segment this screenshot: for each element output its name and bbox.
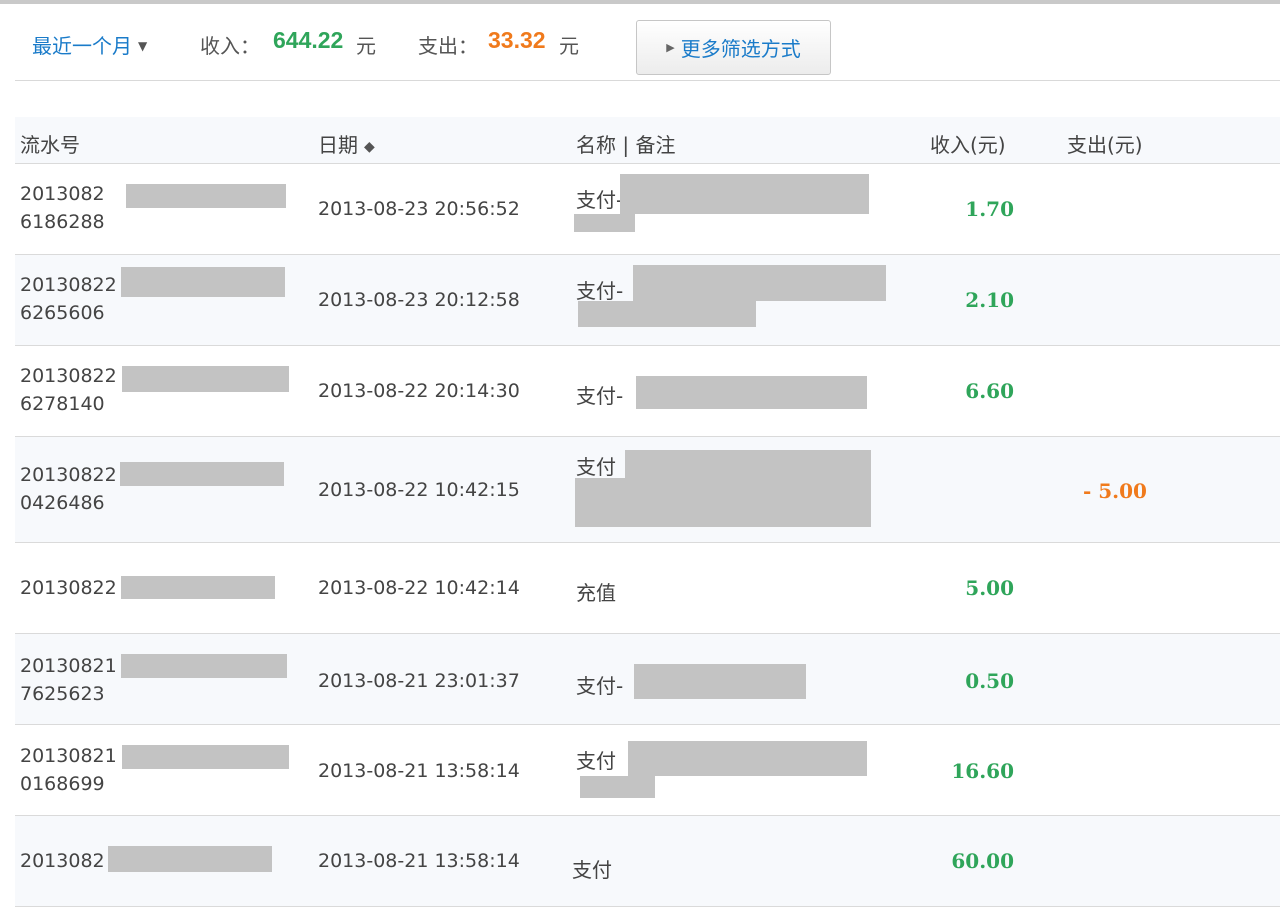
income-cell: 16.60 bbox=[951, 759, 1014, 783]
date-cell: 2013-08-23 20:12:58 bbox=[318, 289, 520, 311]
transaction-page: 最近一个月 ▼ 收入： 644.22 元 支出： 33.32 元 ▶ 更多筛选方式… bbox=[0, 0, 1280, 908]
table-row: 20130822 2013-08-22 10:42:14 充值 5.00 bbox=[15, 543, 1280, 634]
name-cell: 支付- bbox=[576, 188, 624, 212]
name-cell: 支付 bbox=[572, 858, 612, 882]
redaction-block bbox=[634, 664, 806, 699]
redaction-block bbox=[628, 741, 867, 776]
serial-cell: 20130822 0426486 bbox=[20, 461, 117, 517]
name-cell: 支付- bbox=[576, 279, 624, 303]
table-row: 20130821 0168699 2013-08-21 13:58:14 支付 … bbox=[15, 725, 1280, 816]
income-cell: 5.00 bbox=[965, 576, 1014, 600]
serial-cell: 2013082 bbox=[20, 847, 105, 875]
income-label: 收入： bbox=[200, 34, 260, 58]
income-cell: 2.10 bbox=[965, 288, 1014, 312]
serial-cell: 20130822 bbox=[20, 574, 117, 602]
triangle-right-icon: ▶ bbox=[666, 41, 675, 54]
expense-label: 支出： bbox=[418, 34, 478, 58]
serial-line1: 20130821 bbox=[20, 655, 117, 677]
header-date-label: 日期 bbox=[318, 133, 358, 157]
serial-cell: 20130821 0168699 bbox=[20, 742, 117, 798]
redaction-block bbox=[121, 576, 275, 599]
serial-line1: 20130822 bbox=[20, 464, 117, 486]
redaction-block bbox=[636, 376, 867, 409]
income-unit: 元 bbox=[356, 34, 376, 58]
serial-line2: 0426486 bbox=[20, 492, 105, 514]
sort-icon[interactable]: ◆ bbox=[364, 139, 375, 155]
serial-line1: 2013082 bbox=[20, 183, 105, 205]
serial-line1: 20130821 bbox=[20, 745, 117, 767]
serial-line2: 7625623 bbox=[20, 683, 105, 705]
serial-cell: 20130822 6278140 bbox=[20, 362, 117, 418]
serial-line1: 20130822 bbox=[20, 365, 117, 387]
table-row: 2013082 2013-08-21 13:58:14 支付 60.00 bbox=[15, 816, 1280, 907]
table-header: 流水号 日期 ◆ 名称 | 备注 收入(元) 支出(元) bbox=[15, 117, 1280, 164]
serial-cell: 20130822 6265606 bbox=[20, 271, 117, 327]
date-cell: 2013-08-22 10:42:15 bbox=[318, 479, 520, 501]
name-cell: 支付- bbox=[576, 674, 624, 698]
redaction-block bbox=[122, 745, 289, 769]
date-cell: 2013-08-23 20:56:52 bbox=[318, 198, 520, 220]
serial-cell: 20130821 7625623 bbox=[20, 652, 117, 708]
table-row: 20130822 6278140 2013-08-22 20:14:30 支付-… bbox=[15, 346, 1280, 437]
period-label: 最近一个月 bbox=[32, 34, 132, 58]
chevron-down-icon: ▼ bbox=[138, 39, 148, 53]
serial-line1: 20130822 bbox=[20, 577, 117, 599]
redaction-block bbox=[578, 301, 756, 327]
name-cell: 支付 bbox=[576, 749, 616, 773]
serial-line2: 6265606 bbox=[20, 302, 105, 324]
more-filters-button[interactable]: ▶ 更多筛选方式 bbox=[636, 20, 831, 75]
table-row: 20130822 6265606 2013-08-23 20:12:58 支付-… bbox=[15, 255, 1280, 346]
redaction-block bbox=[122, 366, 289, 392]
name-cell: 支付 bbox=[576, 455, 616, 479]
redaction-block bbox=[575, 478, 871, 527]
income-cell: 0.50 bbox=[965, 669, 1014, 693]
serial-line2: 0168699 bbox=[20, 773, 105, 795]
income-cell: 1.70 bbox=[965, 197, 1014, 221]
serial-line2: 6186288 bbox=[20, 211, 105, 233]
serial-line1: 2013082 bbox=[20, 850, 105, 872]
income-cell: 60.00 bbox=[951, 849, 1014, 873]
date-cell: 2013-08-22 10:42:14 bbox=[318, 577, 520, 599]
table-row: 2013082 6186288 2013-08-23 20:56:52 支付- … bbox=[15, 164, 1280, 255]
serial-line2: 6278140 bbox=[20, 393, 105, 415]
expense-total: 33.32 bbox=[488, 27, 546, 53]
redaction-block bbox=[121, 267, 285, 297]
header-income: 收入(元) bbox=[930, 133, 1006, 157]
redaction-block bbox=[620, 174, 869, 214]
redaction-block bbox=[120, 462, 284, 486]
header-date[interactable]: 日期 ◆ bbox=[318, 129, 375, 158]
redaction-block bbox=[126, 184, 286, 208]
date-cell: 2013-08-21 13:58:14 bbox=[318, 760, 520, 782]
name-cell: 支付- bbox=[576, 384, 624, 408]
income-total: 644.22 bbox=[273, 27, 344, 53]
redaction-block bbox=[580, 776, 655, 798]
date-cell: 2013-08-21 23:01:37 bbox=[318, 670, 520, 692]
filter-bar: 最近一个月 ▼ 收入： 644.22 元 支出： 33.32 元 ▶ 更多筛选方式 bbox=[15, 4, 1280, 81]
redaction-block bbox=[121, 654, 287, 678]
name-cell: 充值 bbox=[576, 581, 616, 605]
redaction-block bbox=[625, 450, 871, 478]
date-cell: 2013-08-21 13:58:14 bbox=[318, 850, 520, 872]
serial-line1: 20130822 bbox=[20, 274, 117, 296]
redaction-block bbox=[108, 846, 272, 872]
header-serial: 流水号 bbox=[20, 133, 80, 157]
expense-cell: - 5.00 bbox=[1083, 479, 1147, 503]
period-dropdown[interactable]: 最近一个月 ▼ bbox=[32, 30, 147, 59]
redaction-block bbox=[574, 214, 635, 232]
transaction-table: 流水号 日期 ◆ 名称 | 备注 收入(元) 支出(元) 2013082 6186… bbox=[15, 117, 1280, 907]
redaction-block bbox=[633, 265, 886, 301]
table-row: 20130821 7625623 2013-08-21 23:01:37 支付-… bbox=[15, 634, 1280, 725]
income-cell: 6.60 bbox=[965, 379, 1014, 403]
more-filters-label: 更多筛选方式 bbox=[680, 37, 801, 61]
header-name: 名称 | 备注 bbox=[576, 133, 676, 157]
header-expense: 支出(元) bbox=[1067, 133, 1143, 157]
serial-cell: 2013082 6186288 bbox=[20, 180, 105, 236]
date-cell: 2013-08-22 20:14:30 bbox=[318, 380, 520, 402]
expense-unit: 元 bbox=[559, 34, 579, 58]
table-row: 20130822 0426486 2013-08-22 10:42:15 支付 … bbox=[15, 437, 1280, 543]
